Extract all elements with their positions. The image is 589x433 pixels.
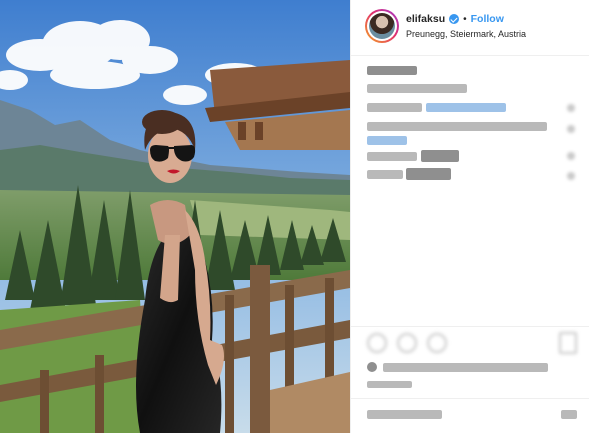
actions-divider bbox=[351, 326, 589, 327]
post-sidebar: elifaksu • Follow Preunegg, Steiermark, … bbox=[350, 0, 589, 433]
caption-text-blurred bbox=[367, 84, 467, 93]
separator-dot: • bbox=[463, 13, 467, 25]
avatar-photo bbox=[369, 13, 395, 39]
avatar-frame bbox=[367, 11, 397, 41]
comment-text-blurred bbox=[406, 168, 451, 180]
comment-box-divider bbox=[351, 398, 589, 399]
location-link[interactable]: Preunegg, Steiermark, Austria bbox=[406, 29, 526, 39]
username-link[interactable]: elifaksu bbox=[406, 13, 445, 25]
comment-author-blurred bbox=[367, 170, 403, 179]
follow-button[interactable]: Follow bbox=[471, 13, 504, 25]
caption-author-blurred bbox=[367, 66, 417, 75]
comment-text-blurred bbox=[367, 122, 547, 131]
comment-author-blurred bbox=[367, 152, 417, 161]
comment-like-heart-icon[interactable] bbox=[567, 104, 575, 112]
post-header: elifaksu • Follow Preunegg, Steiermark, … bbox=[351, 0, 589, 56]
liked-by-avatar-blurred bbox=[367, 362, 377, 372]
verified-badge-icon bbox=[449, 14, 460, 24]
author-row: elifaksu • Follow bbox=[406, 13, 504, 25]
heart-icon[interactable] bbox=[367, 333, 387, 353]
post-photo-illustration bbox=[0, 0, 350, 433]
comment-author-blurred bbox=[367, 103, 422, 112]
comment-text-blurred bbox=[421, 150, 459, 162]
post-image[interactable] bbox=[0, 0, 350, 433]
bookmark-icon[interactable] bbox=[559, 332, 577, 354]
post-comment-button-blurred[interactable] bbox=[561, 410, 577, 419]
comment-mention-blurred bbox=[367, 136, 407, 145]
liked-by-text-blurred bbox=[383, 363, 548, 372]
comment-icon[interactable] bbox=[397, 333, 417, 353]
comment-like-heart-icon[interactable] bbox=[567, 152, 575, 160]
timestamp-blurred bbox=[367, 381, 412, 388]
add-comment-input-blurred[interactable] bbox=[367, 410, 442, 419]
comment-mention-blurred bbox=[426, 103, 506, 112]
share-icon[interactable] bbox=[427, 333, 447, 353]
comment-like-heart-icon[interactable] bbox=[567, 172, 575, 180]
comment-like-heart-icon[interactable] bbox=[567, 125, 575, 133]
avatar[interactable] bbox=[365, 9, 399, 43]
